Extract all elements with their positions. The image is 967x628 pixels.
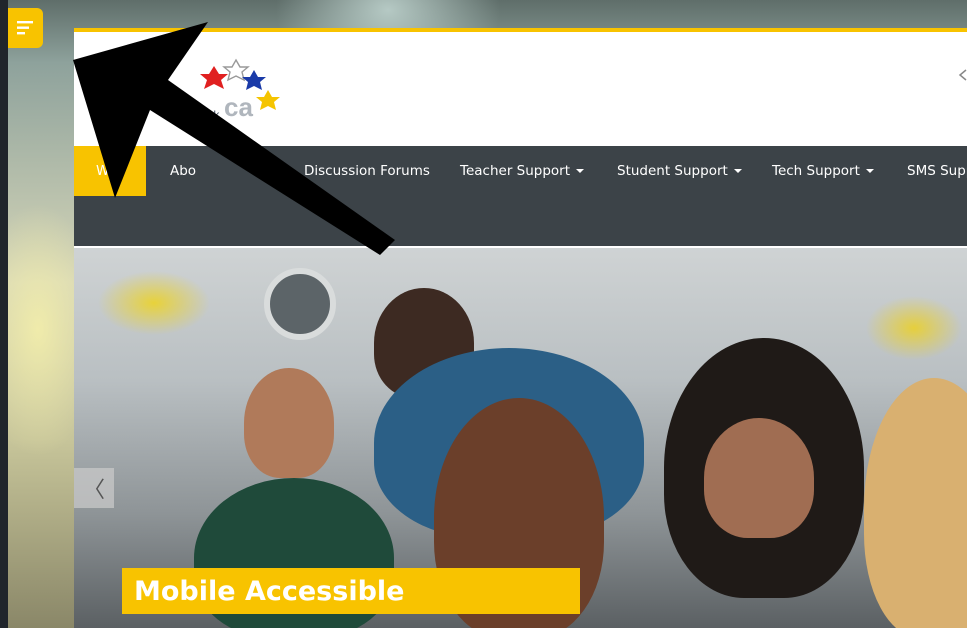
hero-photo-person [704, 418, 814, 538]
chevron-left-icon: 〈 [82, 478, 105, 503]
caret-down-icon [733, 169, 742, 173]
site-header: ca work [74, 32, 967, 146]
slider-prev-button[interactable]: 〈 [74, 468, 114, 508]
svg-text:ca: ca [224, 92, 253, 122]
nav-tech-label: Tech Support [772, 163, 860, 179]
hero-photo-person [244, 368, 334, 478]
hero-slider: 〈 Mobile Accessible [74, 248, 967, 628]
logo-tagline: work [194, 108, 220, 122]
nav-home[interactable]: W N [74, 146, 146, 196]
hero-caption: Mobile Accessible [122, 568, 580, 614]
nav-about-label: Abo [170, 163, 197, 179]
site-page: ca work W N Abo Discussion Forums Teache… [74, 28, 967, 628]
hero-photo-person [864, 378, 967, 628]
nav-forums-label: Discussion Forums [304, 163, 430, 179]
nav-discussion-forums[interactable]: Discussion Forums [304, 146, 430, 196]
nav-teacher-support[interactable]: Teacher Support [460, 146, 585, 196]
nav-sms-label: SMS Supp [907, 163, 967, 179]
main-navbar: W N Abo Discussion Forums Teacher Suppor… [74, 146, 967, 246]
nav-student-support[interactable]: Student Support [617, 146, 742, 196]
nav-teacher-label: Teacher Support [460, 163, 571, 179]
caret-down-icon [865, 169, 874, 173]
nav-about[interactable]: Abo [170, 146, 196, 196]
hero-photo-building-window [264, 268, 336, 340]
nav-student-label: Student Support [617, 163, 728, 179]
nav-tech-support[interactable]: Tech Support [772, 146, 874, 196]
nav-sms-support[interactable]: SMS Supp [907, 146, 967, 196]
site-logo[interactable]: ca [154, 44, 284, 144]
left-rail [0, 0, 8, 628]
hero-caption-text: Mobile Accessible [134, 575, 405, 607]
nav-home-label: W N [96, 163, 124, 179]
header-action-icon[interactable] [957, 68, 967, 82]
menu-lines-icon [16, 21, 33, 35]
drawer-toggle-button[interactable] [8, 8, 43, 48]
caret-down-icon [576, 169, 585, 173]
